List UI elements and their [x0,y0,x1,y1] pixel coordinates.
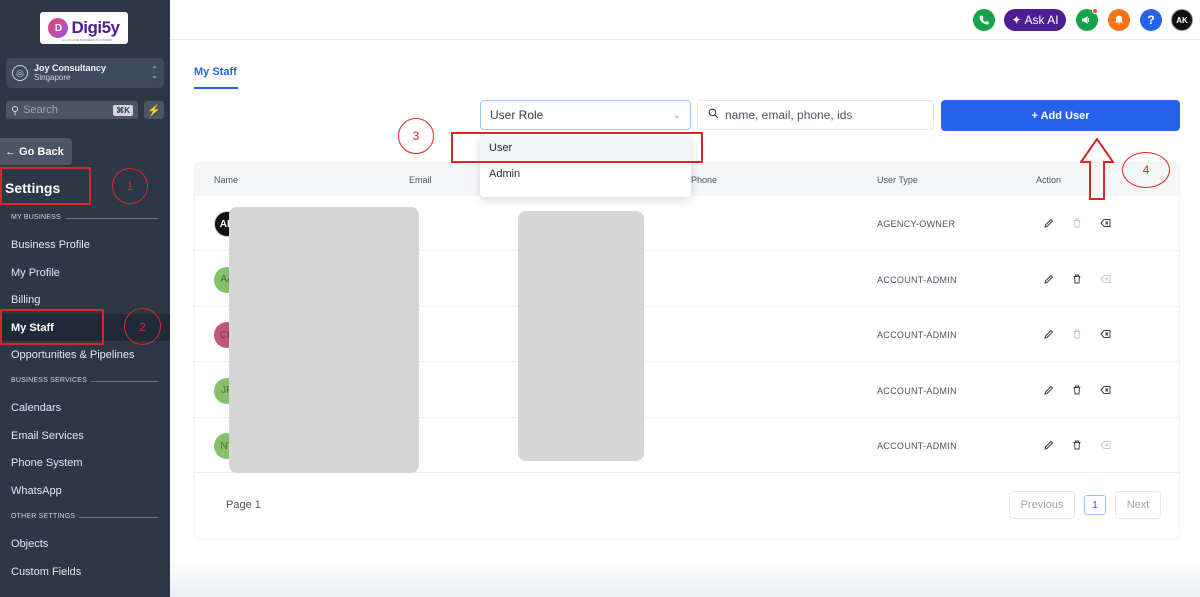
staff-user-type: ACCOUNT-ADMIN [877,330,957,340]
edit-pencil-icon[interactable] [1041,437,1057,453]
remove-x-icon[interactable] [1098,215,1114,231]
annotation-circle-2: 2 [124,308,161,345]
edit-pencil-icon[interactable] [1041,271,1057,287]
sparkle-icon: ✦ [1011,13,1022,27]
sidebar-search[interactable]: ⚲ Search ⌘K [6,101,138,119]
staff-user-type: ACCOUNT-ADMIN [877,274,957,285]
sidebar: D Digi5y ALL-IN-ONE BUSINESS PLATFORM ◎ … [0,0,170,597]
staff-user-type: ACCOUNT-ADMIN [877,385,957,396]
sidebar-item-email-services[interactable]: Email Services [11,430,84,442]
divider [79,517,158,518]
sidebar-item-calendars[interactable]: Calendars [11,402,61,414]
sidebar-item-phone-system[interactable]: Phone System [11,457,83,469]
column-header-user-type: User Type [877,175,918,185]
section-label-other-settings: OTHER SETTINGS [11,513,76,520]
notification-dot [1092,8,1098,14]
annotation-circle-3: 3 [398,118,434,154]
column-header-action: Action [1036,175,1062,185]
sidebar-item-custom-fields[interactable]: Custom Fields [11,566,81,578]
sidebar-item-my-profile[interactable]: My Profile [11,267,60,279]
annotation-box-user-option [451,132,703,163]
role-option-admin[interactable]: Admin [480,161,691,187]
ask-ai-button[interactable]: ✦ Ask AI [1004,9,1066,31]
brand-logo[interactable]: D Digi5y ALL-IN-ONE BUSINESS PLATFORM [40,12,128,44]
section-label-business-services: BUSINESS SERVICES [11,377,88,384]
delete-trash-icon[interactable] [1069,271,1085,287]
account-location: Singapore [34,72,71,82]
building-icon: ◎ [12,65,28,81]
ask-ai-label: Ask AI [1024,13,1059,27]
delete-trash-icon[interactable] [1069,437,1085,453]
next-page-button[interactable]: Next [1115,491,1161,519]
staff-user-type: AGENCY-OWNER [877,219,956,229]
delete-trash-icon[interactable] [1069,382,1085,398]
divider [66,218,158,219]
annotation-arrow-up-icon [1080,138,1114,200]
add-user-button[interactable]: + Add User [941,100,1180,131]
shortcut-badge: ⌘K [113,104,133,116]
delete-trash-icon[interactable] [1069,215,1085,231]
tab-my-staff[interactable]: My Staff [194,66,237,78]
go-back-button[interactable]: ← Go Back [0,138,72,165]
remove-x-icon[interactable] [1098,382,1114,398]
sidebar-item-objects[interactable]: Objects [11,538,48,550]
chevron-updown-icon: ⌃ ⌄ [151,64,158,80]
edit-pencil-icon[interactable] [1041,382,1057,398]
phone-icon[interactable] [973,9,995,31]
help-icon[interactable]: ? [1140,9,1162,31]
annotation-circle-4: 4 [1122,152,1170,188]
column-header-email: Email [409,175,432,185]
sidebar-item-opportunities[interactable]: Opportunities & Pipelines [11,349,135,361]
annotation-box-my-staff [0,309,104,345]
chevron-down-icon: ⌄ [672,109,681,121]
bell-icon[interactable] [1108,9,1130,31]
profile-avatar[interactable]: AK [1171,9,1193,31]
search-icon [707,107,720,123]
previous-page-button[interactable]: Previous [1009,491,1075,519]
logo-text: Digi5y [71,18,120,37]
delete-trash-icon[interactable] [1069,326,1085,342]
search-icon: ⚲ [11,104,20,117]
staff-search-input[interactable] [725,108,924,122]
staff-user-type: ACCOUNT-ADMIN [877,441,957,451]
redacted-phone-block [518,211,644,461]
account-switcher[interactable]: ◎ Joy Consultancy Singapore ⌃ ⌄ [6,58,164,88]
annotation-circle-1: 1 [112,168,148,204]
tab-underline [194,87,238,89]
sidebar-item-whatsapp[interactable]: WhatsApp [11,485,62,497]
logo-mark-icon: D [48,18,69,38]
remove-x-icon[interactable] [1098,437,1114,453]
page-indicator: Page 1 [226,499,261,511]
column-header-phone: Phone [691,175,718,185]
bottom-shade [170,560,1200,597]
divider [91,381,158,382]
remove-x-icon[interactable] [1098,326,1114,342]
quick-action-bolt-icon[interactable]: ⚡ [144,101,164,119]
staff-search[interactable] [697,100,934,130]
annotation-box-settings [0,167,91,205]
remove-x-icon[interactable] [1098,271,1114,287]
edit-pencil-icon[interactable] [1041,215,1057,231]
sidebar-item-business-profile[interactable]: Business Profile [11,239,90,251]
user-role-select[interactable]: User Role ⌄ [480,100,691,130]
section-label-my-business: MY BUSINESS [11,214,61,221]
column-header-name: Name [214,175,239,185]
redacted-email-block [229,207,419,473]
sidebar-item-billing[interactable]: Billing [11,294,40,306]
user-role-select-value: User Role [490,108,544,122]
page-number-button[interactable]: 1 [1084,495,1106,515]
logo-tagline: ALL-IN-ONE BUSINESS PLATFORM [62,38,112,42]
sidebar-search-placeholder: Search [23,104,58,116]
edit-pencil-icon[interactable] [1041,326,1057,342]
